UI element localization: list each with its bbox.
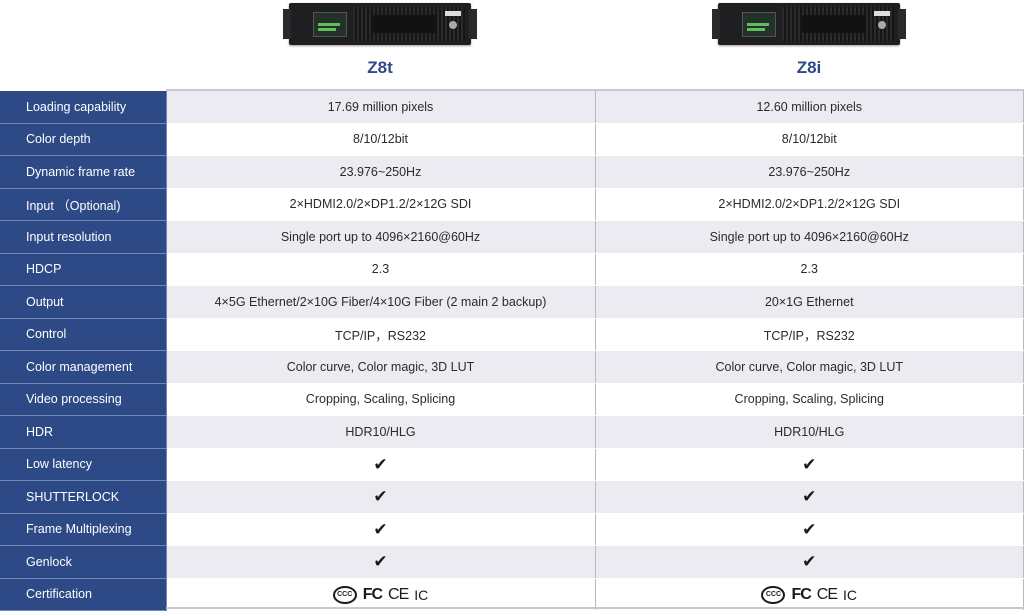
spec-label: HDCP <box>0 253 167 286</box>
check-icon: ✔ <box>802 454 817 474</box>
check-icon: ✔ <box>373 487 388 507</box>
spec-value-z8i: 8/10/12bit <box>595 123 1024 156</box>
spec-value-z8t: Single port up to 4096×2160@60Hz <box>166 220 596 254</box>
spec-label: Dynamic frame rate <box>0 155 167 189</box>
spec-row: Video processing Cropping, Scaling, Splic… <box>0 383 1024 416</box>
spec-label: Loading capability <box>0 91 167 124</box>
check-icon: ✔ <box>802 552 817 572</box>
spec-row: Input （Optional) 2×HDMI2.0/2×DP1.2/2×12G … <box>0 188 1024 221</box>
spec-label: Low latency <box>0 448 167 481</box>
spec-label: Control <box>0 318 167 351</box>
spec-value-z8t: 23.976~250Hz <box>166 155 596 189</box>
spec-value-z8i: 12.60 million pixels <box>595 91 1024 124</box>
spec-row: Loading capability 17.69 million pixels 12… <box>0 91 1024 124</box>
spec-label: Input （Optional) <box>0 188 167 221</box>
spec-label: Certification <box>0 578 167 611</box>
ce-logo-icon: CE <box>816 585 838 603</box>
spec-value-z8i: CCC FC CE IC <box>595 578 1024 611</box>
spec-row: Dynamic frame rate 23.976~250Hz 23.976~250… <box>0 155 1024 189</box>
spec-label: Video processing <box>0 383 167 416</box>
check-icon: ✔ <box>802 487 817 507</box>
spec-label: Color management <box>0 350 167 384</box>
spec-value-z8i: ✔ <box>595 545 1024 579</box>
spec-value-z8t: 4×5G Ethernet/2×10G Fiber/4×10G Fiber (2… <box>166 285 596 319</box>
spec-value-z8i: HDR10/HLG <box>595 415 1024 449</box>
ccc-logo-icon: CCC <box>761 585 786 604</box>
z8t-device-image <box>283 3 477 45</box>
check-icon: ✔ <box>373 454 388 474</box>
spec-label: Color depth <box>0 123 167 156</box>
spec-value-z8i: 23.976~250Hz <box>595 155 1024 189</box>
spec-value-z8i: ✔ <box>595 448 1024 481</box>
spec-label: HDR <box>0 415 167 449</box>
product-name: Z8t <box>367 58 393 77</box>
spec-value-z8t: HDR10/HLG <box>166 415 596 449</box>
spec-value-z8i: ✔ <box>595 480 1024 514</box>
spec-label: Input resolution <box>0 220 167 254</box>
spec-value-z8i: ✔ <box>595 513 1024 546</box>
z8i-device-image <box>712 3 906 45</box>
table-bottom-border <box>166 607 1024 609</box>
certification-logos: CCC FC CE IC <box>332 585 429 604</box>
spec-value-z8t: ✔ <box>166 448 596 481</box>
product-header: Z8t Z8i <box>0 0 1024 91</box>
spec-label: Genlock <box>0 545 167 579</box>
spec-value-z8i: 20×1G Ethernet <box>595 285 1024 319</box>
spec-value-z8t: CCC FC CE IC <box>166 578 596 611</box>
check-icon: ✔ <box>802 519 817 539</box>
product-name: Z8i <box>796 58 822 77</box>
check-icon: ✔ <box>373 519 388 539</box>
ccc-logo-icon: CCC <box>332 585 357 604</box>
spec-value-z8t: ✔ <box>166 480 596 514</box>
spec-label: SHUTTERLOCK <box>0 480 167 514</box>
ic-logo-icon: IC <box>843 586 858 603</box>
spec-label: Frame Multiplexing <box>0 513 167 546</box>
spec-value-z8t: Color curve, Color magic, 3D LUT <box>166 350 596 384</box>
spec-row: Genlock ✔ ✔ <box>0 545 1024 579</box>
spec-row: Control TCP/IP，RS232 TCP/IP，RS232 <box>0 318 1024 351</box>
spec-value-z8t: ✔ <box>166 513 596 546</box>
product-column-z8i: Z8i <box>595 0 1023 91</box>
ce-logo-icon: CE <box>388 585 409 603</box>
check-icon: ✔ <box>373 552 388 572</box>
spec-value-z8t: TCP/IP，RS232 <box>166 318 596 351</box>
ic-logo-icon: IC <box>414 586 429 603</box>
fcc-logo-icon: FC <box>791 585 811 603</box>
fcc-logo-icon: FC <box>362 585 383 603</box>
spec-row: Input resolution Single port up to 4096×2… <box>0 220 1024 254</box>
spec-row: HDCP 2.3 2.3 <box>0 253 1024 286</box>
spec-value-z8i: Single port up to 4096×2160@60Hz <box>595 220 1024 254</box>
spec-value-z8i: 2×HDMI2.0/2×DP1.2/2×12G SDI <box>595 188 1024 221</box>
spec-value-z8i: Cropping, Scaling, Splicing <box>595 383 1024 416</box>
product-column-z8t: Z8t <box>166 0 594 91</box>
spec-row: HDR HDR10/HLG HDR10/HLG <box>0 415 1024 449</box>
spec-value-z8t: Cropping, Scaling, Splicing <box>166 383 596 416</box>
spec-row: Output 4×5G Ethernet/2×10G Fiber/4×10G Fi… <box>0 285 1024 319</box>
spec-value-z8t: 17.69 million pixels <box>166 91 596 124</box>
certification-logos: CCC FC CE IC <box>761 585 858 604</box>
spec-row: Low latency ✔ ✔ <box>0 448 1024 481</box>
spec-row: Color depth 8/10/12bit 8/10/12bit <box>0 123 1024 156</box>
spec-value-z8t: ✔ <box>166 545 596 579</box>
spec-row: Frame Multiplexing ✔ ✔ <box>0 513 1024 546</box>
spec-value-z8i: Color curve, Color magic, 3D LUT <box>595 350 1024 384</box>
spec-label: Output <box>0 285 167 319</box>
spec-row: Certification CCC FC CE IC CCC FC CE IC <box>0 578 1024 611</box>
spec-value-z8i: TCP/IP，RS232 <box>595 318 1024 351</box>
spec-value-z8t: 2×HDMI2.0/2×DP1.2/2×12G SDI <box>166 188 596 221</box>
spec-value-z8t: 2.3 <box>166 253 596 286</box>
spec-row: Color management Color curve, Color magic… <box>0 350 1024 384</box>
spec-row: SHUTTERLOCK ✔ ✔ <box>0 480 1024 514</box>
spec-value-z8i: 2.3 <box>595 253 1024 286</box>
spec-value-z8t: 8/10/12bit <box>166 123 596 156</box>
spec-comparison-table: Loading capability 17.69 million pixels 12… <box>0 91 1024 611</box>
